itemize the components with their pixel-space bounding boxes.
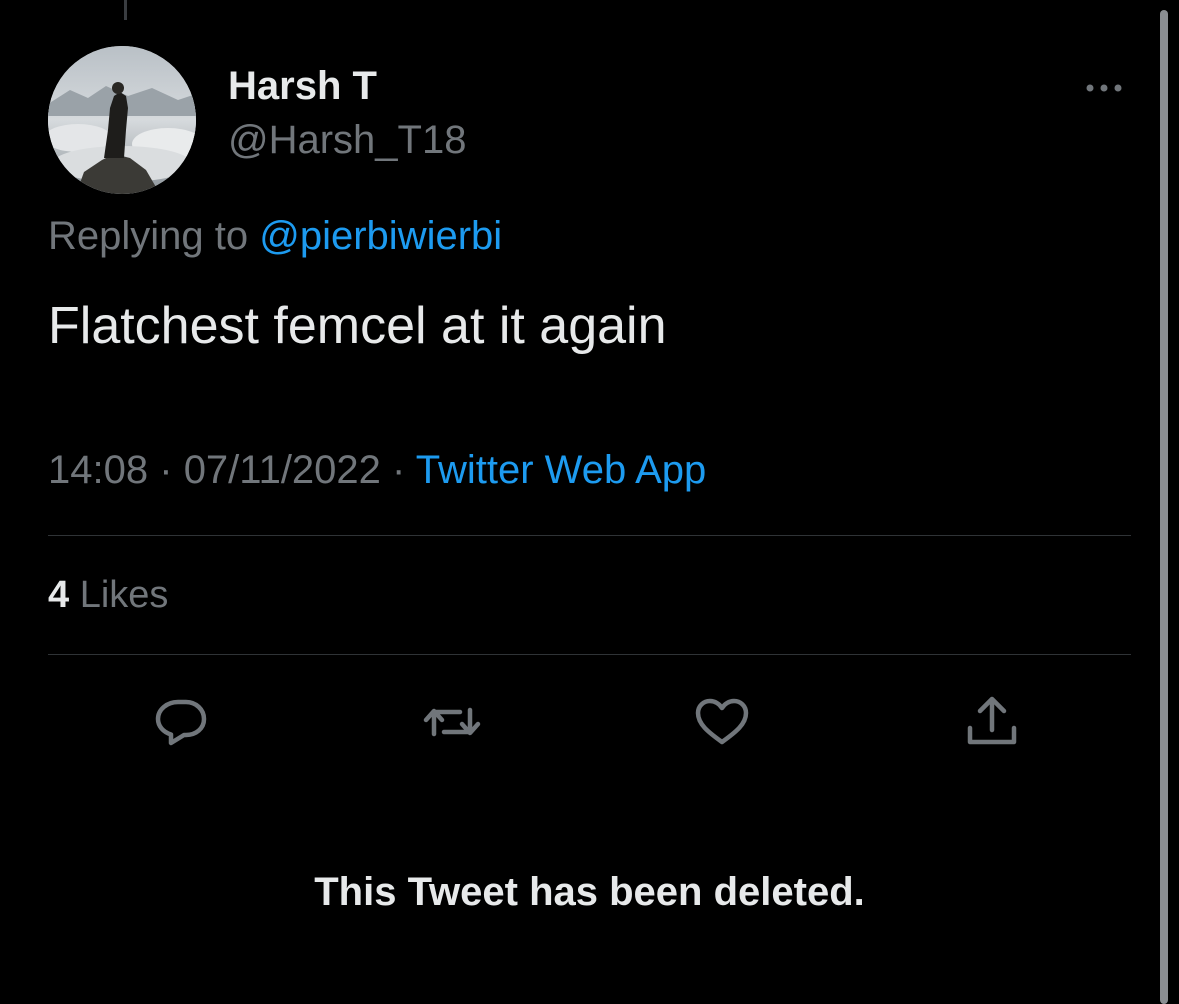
avatar[interactable] [48, 46, 196, 194]
likes-stat[interactable]: 4 Likes [48, 574, 168, 617]
retweet-icon [423, 707, 481, 737]
like-icon [695, 698, 749, 745]
tweet-source-link[interactable]: Twitter Web App [416, 448, 707, 492]
tweet-text: Flatchest femcel at it again [48, 297, 667, 355]
like-button[interactable] [690, 690, 754, 754]
meta-separator: · [392, 448, 406, 492]
divider [48, 535, 1131, 536]
deleted-tweet-notice: This Tweet has been deleted. [314, 870, 865, 914]
tweet-metadata: 14:08 · 07/11/2022 · Twitter Web App [48, 448, 706, 493]
scrollbar[interactable] [1160, 10, 1168, 1004]
tweet-date[interactable]: 07/11/2022 [184, 448, 381, 492]
replying-to-label: Replying to [48, 214, 249, 258]
author-handle[interactable]: @Harsh_T18 [228, 118, 466, 163]
thread-connector-line [124, 0, 127, 20]
retweet-button[interactable] [420, 690, 484, 754]
likes-label: Likes [79, 574, 169, 616]
share-icon [967, 696, 1017, 745]
share-button[interactable] [960, 690, 1024, 754]
replying-to-line: Replying to @pierbiwierbi [48, 214, 502, 259]
likes-count: 4 [48, 574, 70, 616]
reply-mention-link[interactable]: @pierbiwierbi [259, 214, 502, 258]
more-options-icon[interactable] [1080, 72, 1128, 104]
divider [48, 654, 1131, 655]
avatar-image [48, 46, 196, 194]
reply-icon [155, 699, 207, 746]
author-display-name[interactable]: Harsh T [228, 64, 377, 109]
tweet-time[interactable]: 14:08 [48, 448, 148, 492]
reply-button[interactable] [150, 690, 214, 754]
meta-separator: · [159, 448, 173, 492]
